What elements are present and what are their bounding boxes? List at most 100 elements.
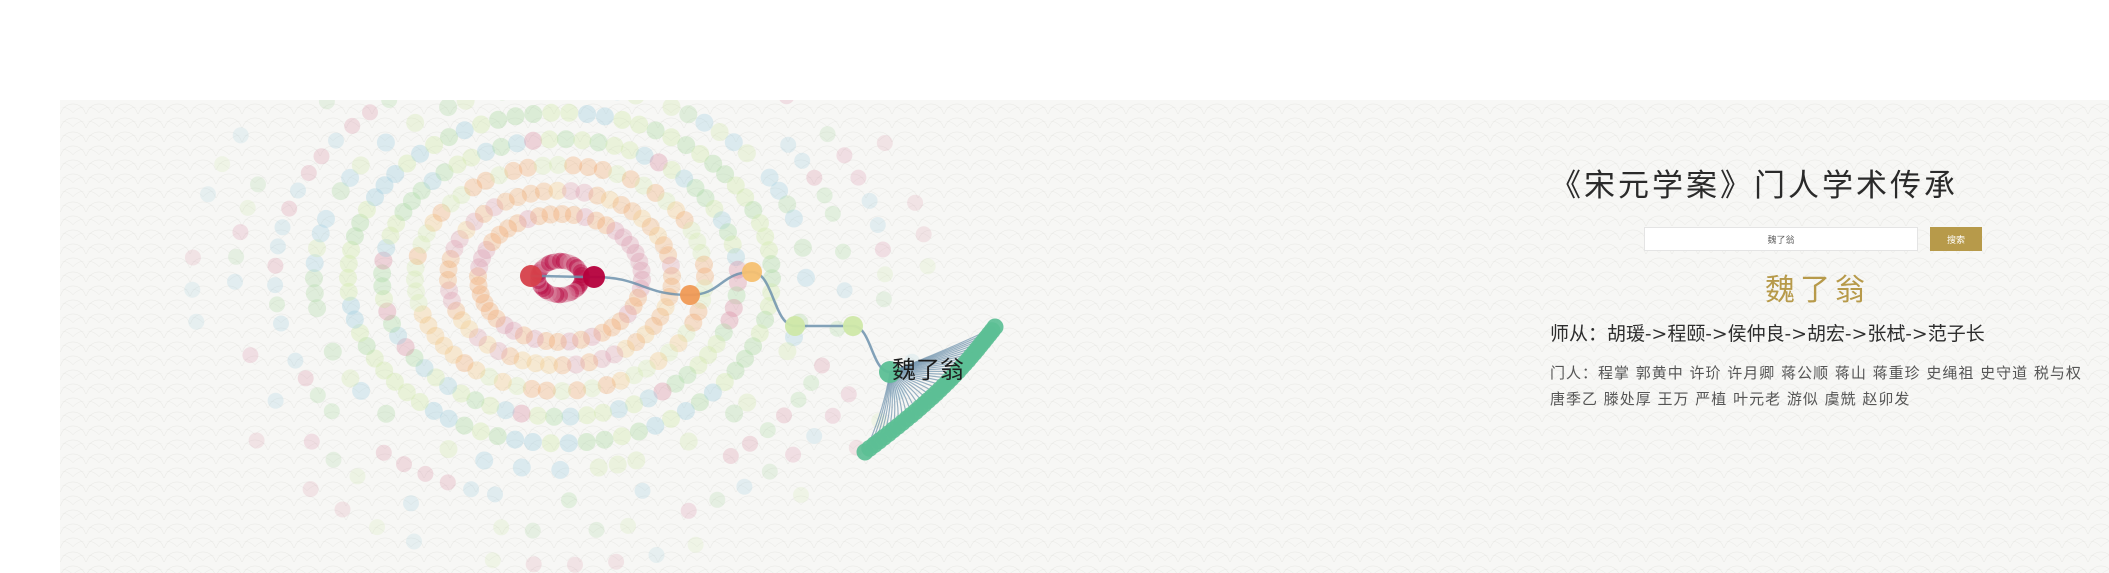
ring-node[interactable] [274, 219, 291, 236]
ring-node[interactable] [709, 491, 726, 508]
ring-node[interactable] [836, 147, 853, 164]
ring-node[interactable] [267, 257, 284, 274]
ring-node[interactable] [540, 130, 559, 149]
ring-node[interactable] [351, 156, 370, 175]
ring-node[interactable] [561, 407, 580, 426]
ring-node[interactable] [625, 395, 643, 414]
ring-node[interactable] [648, 547, 665, 563]
ring-node[interactable] [242, 347, 259, 364]
ring-node[interactable] [344, 117, 361, 134]
ring-node[interactable] [776, 407, 792, 424]
ring-node[interactable] [375, 444, 392, 461]
ring-node[interactable] [488, 427, 507, 446]
ring-node[interactable] [816, 187, 833, 204]
ring-node[interactable] [836, 282, 853, 299]
ring-node[interactable] [560, 103, 579, 122]
ring-node[interactable] [779, 100, 795, 105]
ring-node[interactable] [919, 258, 936, 275]
ring-node[interactable] [349, 468, 366, 485]
ring-node[interactable] [567, 556, 583, 573]
ring-node[interactable] [528, 406, 547, 425]
ring-node[interactable] [620, 517, 636, 534]
ring-node[interactable] [660, 288, 679, 306]
ring-node[interactable] [595, 107, 614, 126]
ring-node[interactable] [703, 383, 722, 402]
ring-node[interactable] [512, 458, 531, 477]
ring-node[interactable] [269, 238, 286, 255]
ring-node[interactable] [456, 100, 475, 110]
ring-node[interactable] [250, 176, 266, 193]
ring-node[interactable] [577, 406, 596, 425]
ring-node[interactable] [281, 200, 298, 217]
ring-node[interactable] [362, 104, 378, 121]
ring-node[interactable] [417, 465, 434, 482]
ring-node[interactable] [646, 121, 665, 140]
ring-node[interactable] [814, 357, 830, 374]
ring-node[interactable] [184, 281, 201, 298]
ring-node[interactable] [188, 313, 205, 330]
ring-node[interactable] [200, 186, 216, 203]
ring-node[interactable] [506, 107, 525, 126]
ring-node[interactable] [489, 110, 508, 129]
ring-node[interactable] [287, 352, 304, 369]
ring-node[interactable] [309, 387, 326, 404]
ring-node[interactable] [369, 519, 386, 536]
ring-node[interactable] [829, 320, 846, 337]
ring-node[interactable] [232, 127, 249, 144]
ring-node[interactable] [646, 416, 665, 435]
ring-node[interactable] [780, 136, 797, 153]
ring-node[interactable] [784, 209, 803, 228]
ring-node[interactable] [877, 266, 893, 283]
ring-node[interactable] [323, 403, 340, 420]
ring-node[interactable] [634, 482, 651, 499]
ring-node[interactable] [228, 248, 245, 265]
ring-node[interactable] [578, 105, 597, 123]
ring-node[interactable] [907, 194, 924, 211]
ring-node[interactable] [608, 455, 627, 474]
ring-node[interactable] [439, 100, 458, 117]
ring-node[interactable] [267, 277, 284, 294]
lineage-node[interactable] [742, 262, 762, 282]
ring-node[interactable] [406, 533, 422, 550]
ring-node[interactable] [695, 113, 714, 132]
ring-node[interactable] [303, 433, 320, 450]
ring-node[interactable] [680, 502, 697, 519]
ring-node[interactable] [608, 553, 625, 570]
ring-node[interactable] [725, 404, 744, 423]
ring-node[interactable] [819, 126, 836, 143]
ring-node[interactable] [679, 105, 698, 124]
ring-node[interactable] [267, 392, 284, 409]
ring-node[interactable] [835, 243, 851, 260]
lineage-node[interactable] [520, 265, 542, 287]
ring-node[interactable] [493, 519, 510, 536]
ring-node[interactable] [761, 463, 778, 480]
ring-node[interactable] [824, 407, 841, 424]
ring-node[interactable] [227, 273, 243, 290]
ring-node[interactable] [300, 165, 317, 181]
disciple-node[interactable] [856, 443, 874, 461]
ring-node[interactable] [239, 199, 256, 216]
ring-node[interactable] [794, 152, 811, 169]
ring-node[interactable] [577, 433, 596, 451]
ring-node[interactable] [512, 404, 531, 423]
ring-node[interactable] [874, 241, 891, 258]
ring-node[interactable] [803, 375, 820, 391]
ring-node[interactable] [559, 434, 578, 453]
ring-node[interactable] [679, 432, 698, 451]
ring-node[interactable] [184, 249, 201, 266]
ring-node[interactable] [759, 422, 776, 439]
ring-node[interactable] [561, 492, 577, 509]
ring-node[interactable] [455, 121, 474, 140]
ring-node[interactable] [595, 430, 614, 449]
ring-node[interactable] [492, 137, 511, 156]
ring-node[interactable] [439, 474, 456, 491]
ring-node[interactable] [594, 403, 612, 422]
ring-node[interactable] [627, 100, 645, 105]
ring-node[interactable] [524, 522, 541, 539]
ring-node[interactable] [662, 409, 680, 428]
ring-node[interactable] [785, 446, 802, 463]
search-button[interactable]: 搜索 [1930, 227, 1982, 251]
ring-node[interactable] [742, 435, 758, 452]
lineage-node[interactable] [785, 316, 805, 336]
ring-node[interactable] [463, 481, 480, 498]
